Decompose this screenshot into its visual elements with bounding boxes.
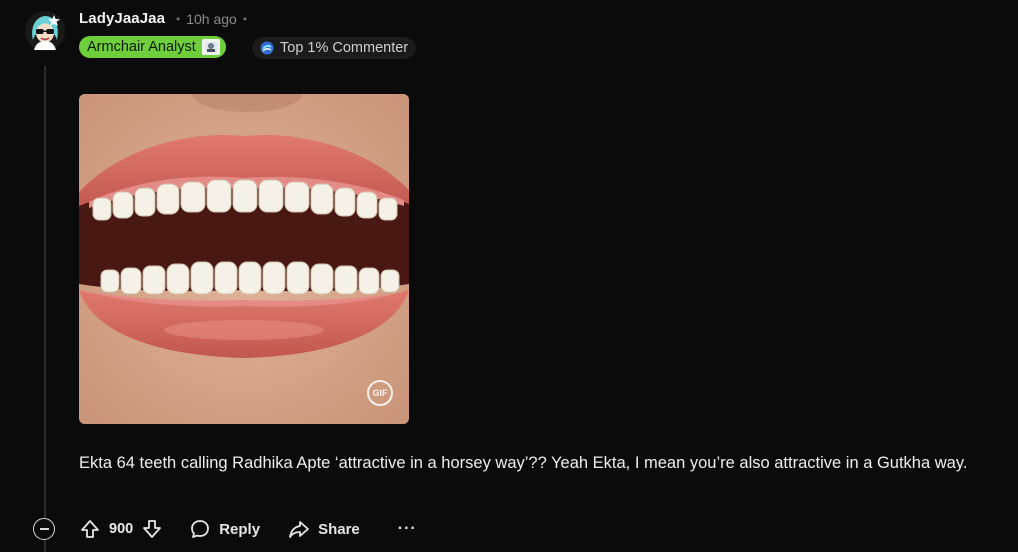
reply-button[interactable]: Reply [189, 518, 260, 540]
thread-rail [44, 66, 46, 552]
share-label: Share [318, 520, 360, 538]
share-button[interactable]: Share [288, 518, 360, 540]
share-arrow-icon [288, 518, 310, 540]
top-commenter-badge[interactable]: Top 1% Commenter [252, 37, 417, 59]
separator-dot: • [242, 12, 248, 26]
vote-score: 900 [109, 521, 134, 537]
comment-timestamp: 10h ago [186, 11, 237, 27]
separator-dot: • [176, 12, 181, 26]
user-avatar[interactable] [24, 10, 66, 52]
flair-label: Armchair Analyst [87, 39, 196, 55]
arrow-up-icon[interactable] [79, 518, 101, 540]
more-options-button[interactable]: ··· [398, 520, 417, 538]
comment-action-bar: 900 Reply Share ··· [33, 513, 417, 545]
user-flair: Armchair Analyst [79, 36, 226, 58]
gif-badge: GIF [367, 380, 393, 406]
vote-controls: 900 [79, 518, 163, 540]
commenter-badge-icon [260, 41, 274, 55]
flair-emoji-icon [201, 39, 220, 55]
comment-author[interactable]: LadyJaaJaa [79, 10, 165, 27]
badge-label: Top 1% Commenter [280, 40, 409, 56]
comment-meta: • 10h ago • [176, 11, 247, 27]
gif-image[interactable]: GIF [79, 94, 409, 424]
arrow-down-icon[interactable] [141, 518, 163, 540]
reply-label: Reply [219, 520, 261, 538]
comment-body: Ekta 64 teeth calling Radhika Apte ‘attr… [79, 454, 968, 472]
chat-bubble-icon [189, 518, 211, 540]
minus-circle-icon[interactable] [33, 518, 55, 540]
